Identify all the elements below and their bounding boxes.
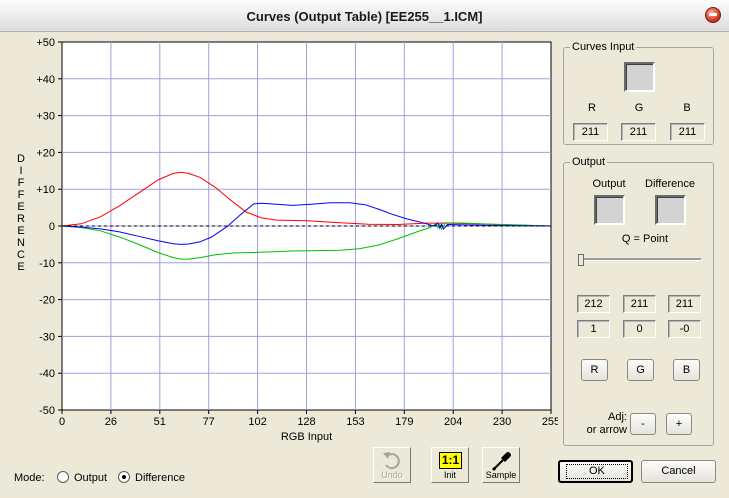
y-axis-label: DIFFERENCE (17, 153, 25, 273)
sample-button[interactable]: Sample (482, 447, 520, 483)
difference-r-value: 1 (577, 320, 610, 338)
input-color-swatch (624, 62, 655, 92)
close-icon[interactable] (705, 7, 721, 23)
output-color-swatch (594, 195, 625, 225)
curves-dialog: Curves (Output Table) [EE255__1.ICM] +50… (0, 0, 729, 498)
y-tick-label: +50 (36, 37, 55, 49)
x-tick-label: 51 (154, 416, 166, 428)
init-button[interactable]: 1:1 Init (431, 447, 469, 483)
init-badge-icon: 1:1 (439, 452, 462, 469)
x-tick-label: 128 (297, 416, 315, 428)
x-tick-label: 255 (542, 416, 558, 428)
sample-label: Sample (485, 470, 517, 480)
x-tick-label: 77 (203, 416, 215, 428)
x-tick-label: 230 (493, 416, 511, 428)
input-r-value: 211 (573, 123, 608, 141)
x-tick-label: 26 (105, 416, 117, 428)
adjust-plus-button[interactable]: + (666, 413, 692, 435)
ok-button[interactable]: OK (558, 460, 633, 483)
mode-label: Mode: (14, 472, 45, 484)
y-tick-label: -40 (39, 368, 55, 380)
window-title: Curves (Output Table) [EE255__1.ICM] (246, 9, 483, 24)
mode-output-label[interactable]: Output (74, 472, 107, 484)
adjust-minus-button[interactable]: - (630, 413, 656, 435)
x-tick-label: 204 (444, 416, 462, 428)
undo-label: Undo (381, 470, 403, 480)
y-tick-label: +30 (36, 111, 55, 123)
adj-label: Adj: (608, 411, 627, 423)
curves-input-title: Curves Input (570, 41, 637, 53)
input-r-label: R (588, 102, 596, 114)
y-tick-label: -10 (39, 258, 55, 270)
input-g-label: G (634, 102, 644, 114)
input-b-label: B (683, 102, 691, 114)
difference-color-swatch (655, 195, 686, 225)
output-b-value: 211 (668, 295, 701, 313)
output-swatch-label: Output (592, 178, 626, 190)
difference-swatch-label: Difference (645, 178, 695, 190)
curve-graph[interactable]: +50 +40 +30 +20 +10 0 -10 -20 -30 -40 -50 0 26 51 77 10… (8, 34, 558, 446)
difference-g-value: 0 (623, 320, 656, 338)
ok-label: OK (566, 464, 628, 479)
y-tick-label: -50 (39, 405, 55, 417)
undo-button[interactable]: Undo (373, 447, 411, 483)
output-group-title: Output (570, 156, 608, 168)
y-tick-label: 0 (49, 221, 55, 233)
output-g-value: 211 (623, 295, 656, 313)
channel-r-button[interactable]: R (581, 359, 608, 381)
curve-graph-svg[interactable]: +50 +40 +30 +20 +10 0 -10 -20 -30 -40 -50 0 26 51 77 10… (8, 34, 558, 446)
undo-icon (383, 452, 400, 470)
x-tick-label: 0 (59, 416, 65, 428)
y-tick-label: +20 (36, 147, 55, 159)
title-bar: Curves (Output Table) [EE255__1.ICM] (0, 0, 729, 32)
mode-difference-label[interactable]: Difference (135, 472, 185, 484)
q-point-label: Q = Point (621, 233, 669, 245)
input-b-value: 211 (670, 123, 705, 141)
mode-output-radio[interactable] (57, 471, 69, 483)
adj-arrow-label: or arrow (586, 424, 627, 436)
channel-g-button[interactable]: G (627, 359, 654, 381)
cancel-button[interactable]: Cancel (641, 460, 716, 483)
init-label: Init (443, 470, 456, 480)
y-tick-label: +10 (36, 184, 55, 196)
y-tick-label: -20 (39, 295, 55, 307)
output-r-value: 212 (577, 295, 610, 313)
q-slider-track[interactable] (578, 258, 701, 261)
input-g-value: 211 (621, 123, 656, 141)
q-slider-thumb[interactable] (578, 254, 584, 266)
y-tick-label: +40 (36, 74, 55, 86)
x-tick-label: 179 (395, 416, 413, 428)
x-tick-label: 153 (346, 416, 364, 428)
channel-b-button[interactable]: B (673, 359, 700, 381)
difference-b-value: -0 (668, 320, 701, 338)
mode-difference-radio[interactable] (118, 471, 130, 483)
x-tick-label: 102 (248, 416, 266, 428)
y-tick-label: -30 (39, 331, 55, 343)
x-axis-label: RGB Input (281, 431, 332, 443)
